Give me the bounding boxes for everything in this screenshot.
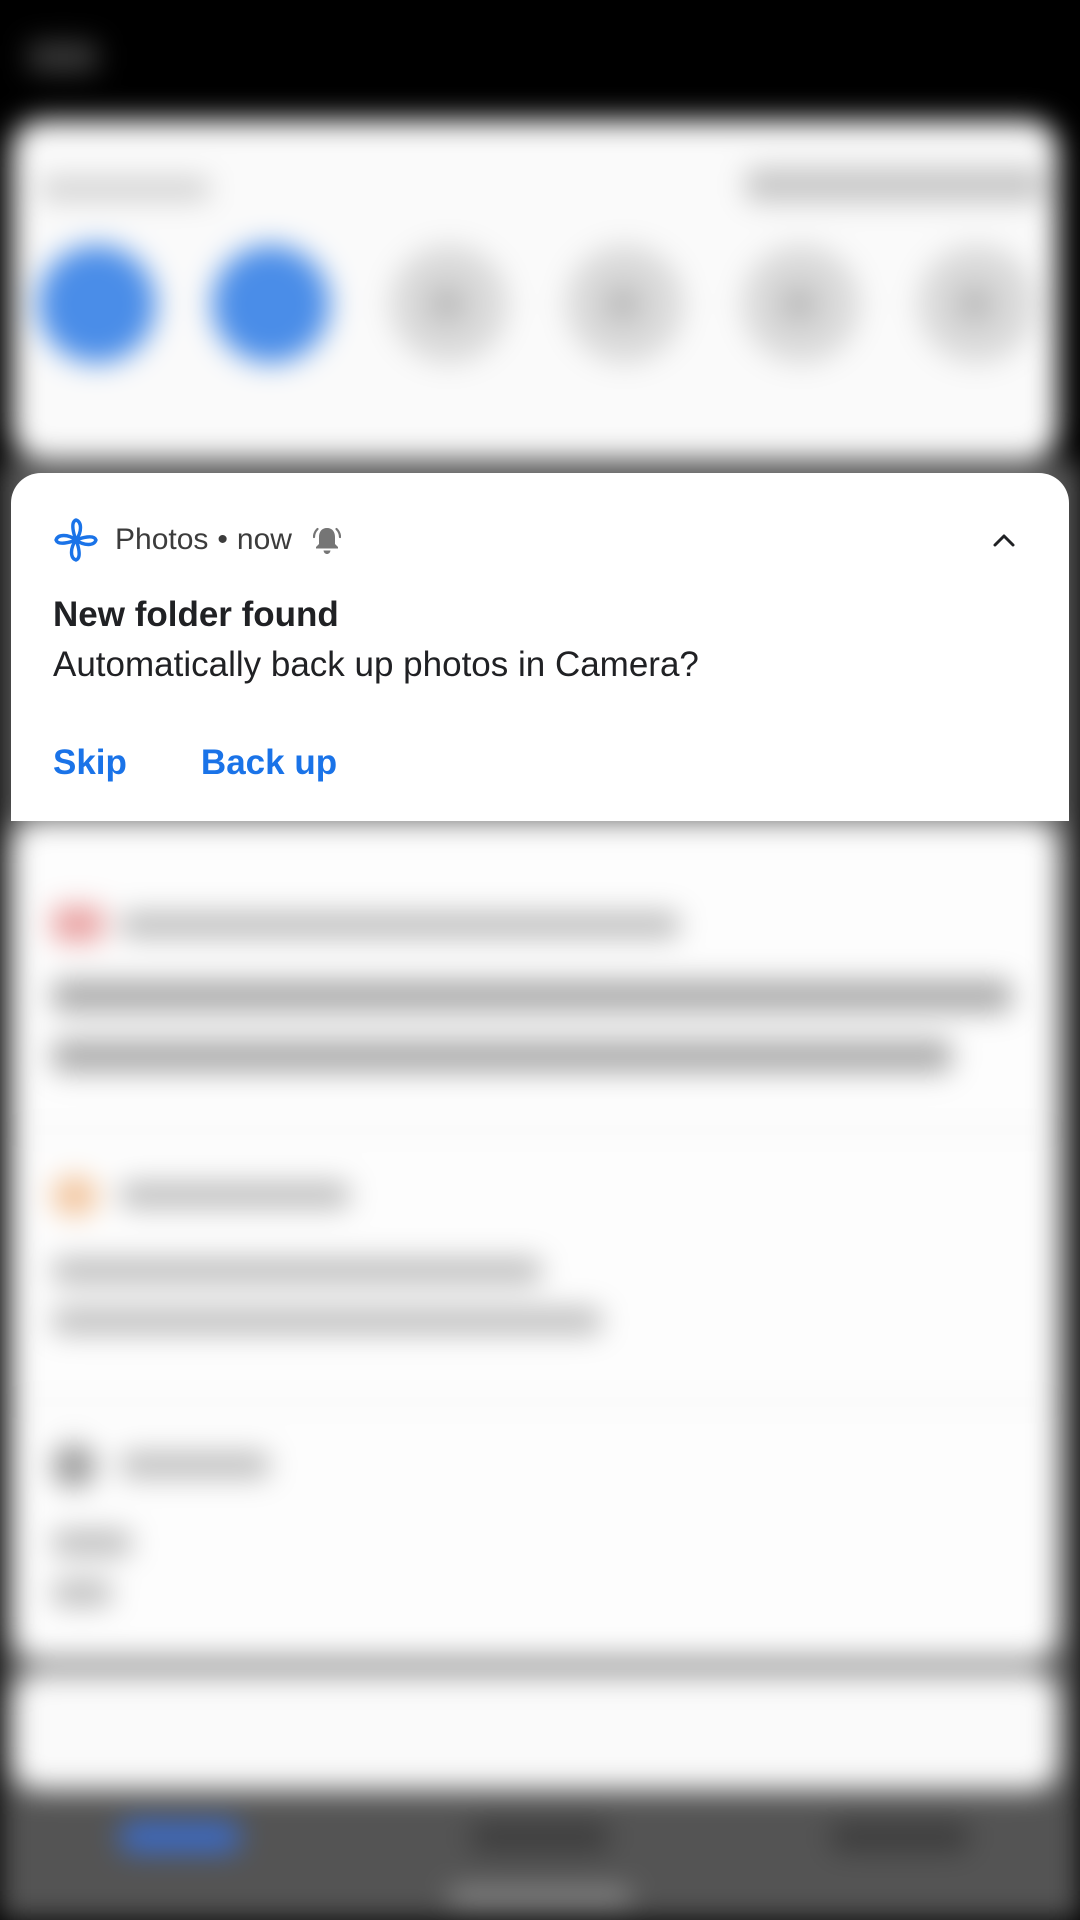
home-indicator-blur xyxy=(448,1888,632,1906)
notification-actions: Skip Back up xyxy=(53,743,337,783)
notif-app-icon-blur xyxy=(52,1444,96,1488)
quick-tile-blur xyxy=(38,245,156,363)
notif-text-blur xyxy=(52,1258,542,1284)
notification-app-name: Photos xyxy=(115,523,209,556)
bottom-nav-blur xyxy=(830,1822,970,1852)
bottom-nav-blur xyxy=(120,1822,240,1852)
notif-text-blur xyxy=(52,1040,952,1072)
lower-card-blur xyxy=(12,1672,1058,1790)
notif-text-blur xyxy=(52,980,1012,1012)
notification-title: New folder found xyxy=(53,595,339,634)
notif-divider-blur xyxy=(12,1128,1058,1132)
notification-header: Photos • now xyxy=(53,515,1027,565)
status-bar-blur xyxy=(28,42,98,72)
back-up-button[interactable]: Back up xyxy=(201,743,337,783)
notif-header-blur xyxy=(120,912,680,938)
quick-tile-icon-blur xyxy=(955,284,995,324)
notif-app-icon-blur xyxy=(52,906,104,942)
screen: Photos • now New folder found Automatica… xyxy=(0,0,1080,1920)
quick-settings-text-blur xyxy=(40,178,210,200)
quick-tile-blur xyxy=(212,245,330,363)
notif-text-blur xyxy=(52,1530,132,1556)
notif-text-blur xyxy=(52,1308,602,1334)
notif-divider-blur xyxy=(12,1400,1058,1404)
notifications-list-blur xyxy=(12,820,1058,1660)
photos-notification[interactable]: Photos • now New folder found Automatica… xyxy=(11,473,1069,821)
notif-header-blur xyxy=(120,1182,350,1208)
photos-pinwheel-icon xyxy=(53,517,99,563)
notif-header-blur xyxy=(120,1452,270,1478)
bell-icon xyxy=(312,525,342,555)
chevron-up-icon[interactable] xyxy=(981,517,1027,563)
notification-time: now xyxy=(236,523,292,556)
skip-button[interactable]: Skip xyxy=(53,743,127,783)
quick-settings-right-blur xyxy=(745,168,1045,202)
quick-tile-icon-blur xyxy=(427,284,467,324)
notif-text-blur xyxy=(52,1580,112,1606)
notif-app-icon-blur xyxy=(52,1176,98,1216)
notification-body: Automatically back up photos in Camera? xyxy=(53,645,699,684)
header-separator: • xyxy=(217,523,228,556)
quick-tile-icon-blur xyxy=(779,284,819,324)
quick-tile-icon-blur xyxy=(603,284,643,324)
bottom-nav-blur xyxy=(470,1822,610,1852)
blurred-background xyxy=(0,0,1080,1920)
